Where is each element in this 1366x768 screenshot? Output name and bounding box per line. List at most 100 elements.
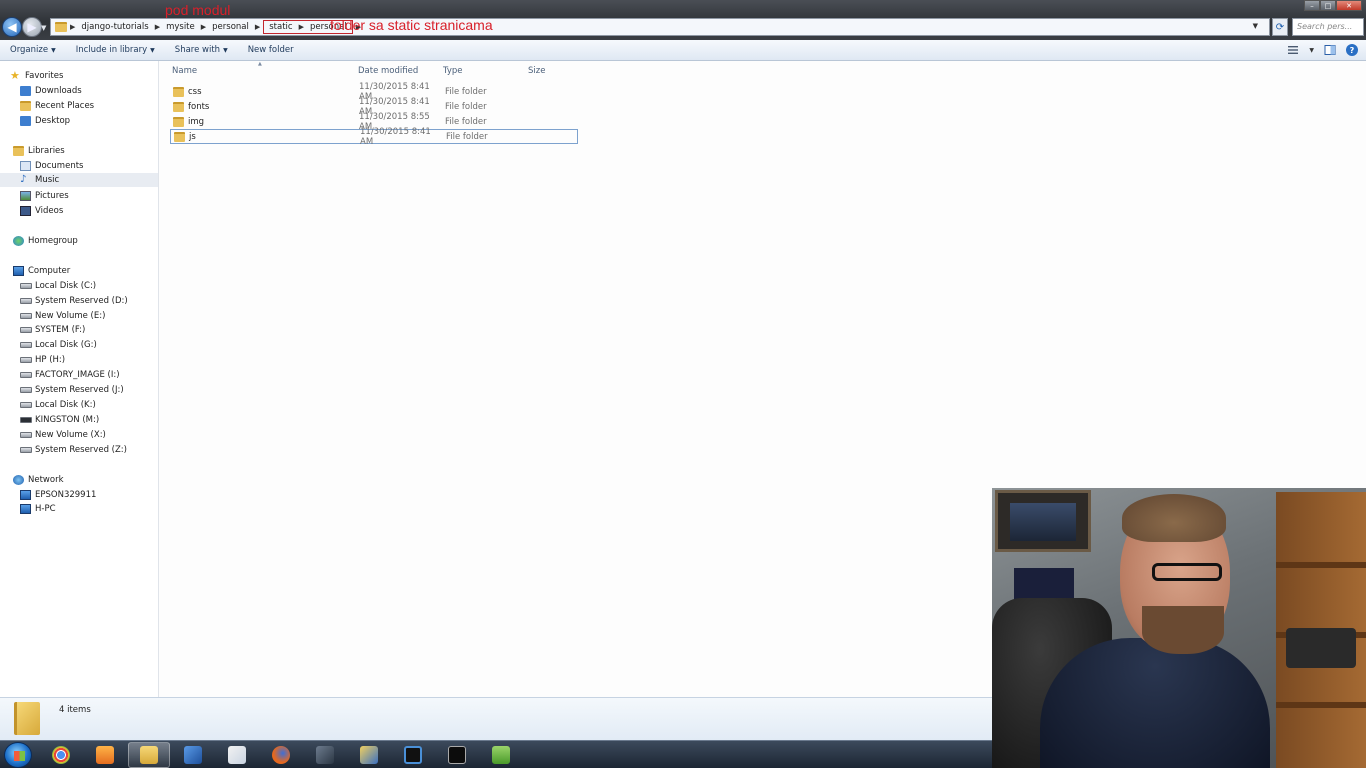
nav-computer[interactable]: Computer xyxy=(13,264,159,278)
breadcrumb-django-tutorials[interactable]: django-tutorials xyxy=(78,19,151,35)
help-icon[interactable]: ? xyxy=(1346,44,1358,56)
monitor-app-icon xyxy=(404,746,422,764)
nav-downloads[interactable]: Downloads xyxy=(20,84,159,98)
desk-equipment xyxy=(1286,628,1356,668)
breadcrumb-mysite[interactable]: mysite xyxy=(163,19,198,35)
nav-drive[interactable]: System Reserved (Z:) xyxy=(20,443,159,457)
nav-videos[interactable]: Videos xyxy=(20,204,159,218)
nav-network-device[interactable]: EPSON329911 xyxy=(20,488,159,502)
column-header-date[interactable]: Date modified xyxy=(358,66,418,76)
file-row[interactable]: js 11/30/2015 8:41 AM File folder xyxy=(170,127,578,147)
nav-drive[interactable]: System Reserved (J:) xyxy=(20,383,159,397)
taskbar-app[interactable] xyxy=(260,742,302,768)
folder-icon xyxy=(173,101,184,112)
close-button[interactable]: ✕ xyxy=(1336,0,1362,11)
nav-network-device[interactable]: H-PC xyxy=(20,502,159,516)
chevron-right-icon[interactable]: ▶ xyxy=(252,23,263,31)
taskbar-app[interactable] xyxy=(40,742,82,768)
taskbar-app[interactable] xyxy=(128,742,170,768)
nav-drive[interactable]: FACTORY_IMAGE (I:) xyxy=(20,368,159,382)
network-tool-icon xyxy=(316,746,334,764)
nav-drive[interactable]: SYSTEM (F:) xyxy=(20,323,159,337)
folder-icon xyxy=(173,86,184,97)
nav-drive-label: Local Disk (C:) xyxy=(35,281,97,291)
new-folder-label: New folder xyxy=(247,45,294,55)
chevron-right-icon[interactable]: ▶ xyxy=(152,23,163,31)
breadcrumb-personal[interactable]: personal xyxy=(209,19,252,35)
start-button[interactable] xyxy=(4,742,32,768)
nav-homegroup-label: Homegroup xyxy=(28,236,78,246)
chevron-right-icon[interactable]: ▶ xyxy=(198,23,209,31)
breadcrumb-static[interactable]: static xyxy=(266,21,295,33)
nav-homegroup[interactable]: Homegroup xyxy=(13,234,159,248)
minimize-button[interactable]: – xyxy=(1304,0,1320,11)
address-bar[interactable]: ▶ django-tutorials ▶ mysite ▶ personal ▶… xyxy=(50,18,1270,36)
taskbar-app[interactable] xyxy=(84,742,126,768)
taskbar-app[interactable] xyxy=(304,742,346,768)
nav-drive[interactable]: KINGSTON (M:) xyxy=(20,413,159,427)
nav-drive[interactable]: Local Disk (G:) xyxy=(20,338,159,352)
nav-drive[interactable]: New Volume (X:) xyxy=(20,428,159,442)
nav-drive-label: FACTORY_IMAGE (I:) xyxy=(35,370,120,380)
address-dropdown-icon[interactable]: ▼ xyxy=(1253,22,1258,30)
nav-drive[interactable]: HP (H:) xyxy=(20,353,159,367)
windows-logo-icon xyxy=(14,751,25,761)
taskbar-app[interactable] xyxy=(436,742,478,768)
nav-favorites[interactable]: ★ Favorites xyxy=(10,69,159,83)
details-view-icon[interactable] xyxy=(1287,44,1299,56)
forward-button[interactable]: ▶ xyxy=(22,17,42,37)
nav-drive[interactable]: New Volume (E:) xyxy=(20,309,159,323)
taskbar-app[interactable] xyxy=(348,742,390,768)
chevron-down-icon[interactable]: ▼ xyxy=(1309,47,1314,54)
folder-icon xyxy=(174,131,185,142)
search-input[interactable]: Search pers... xyxy=(1292,18,1364,36)
nav-drive-label: HP (H:) xyxy=(35,355,66,365)
preview-pane-icon[interactable] xyxy=(1324,44,1336,56)
nav-drive[interactable]: Local Disk (C:) xyxy=(20,279,159,293)
nav-documents[interactable]: Documents xyxy=(20,159,159,173)
nav-network-label: Network xyxy=(28,475,64,485)
drive-icon xyxy=(20,313,32,319)
new-folder-button[interactable]: New folder xyxy=(238,45,304,55)
taskbar-app[interactable] xyxy=(172,742,214,768)
share-with-button[interactable]: Share with ▼ xyxy=(165,45,238,55)
nav-drive[interactable]: System Reserved (D:) xyxy=(20,294,159,308)
firefox-icon xyxy=(272,746,290,764)
nav-pictures[interactable]: Pictures xyxy=(20,189,159,203)
notepadpp-icon xyxy=(492,746,510,764)
recent-pages-dropdown-icon[interactable]: ▼ xyxy=(41,24,46,32)
text-editor-icon xyxy=(184,746,202,764)
back-button[interactable]: ◀ xyxy=(2,17,22,37)
nav-libraries[interactable]: Libraries xyxy=(13,144,159,158)
nav-music[interactable]: ♪ Music xyxy=(0,173,158,187)
nav-drive[interactable]: Local Disk (K:) xyxy=(20,398,159,412)
drive-icon xyxy=(20,402,32,408)
computer-icon xyxy=(20,490,31,500)
taskbar-app[interactable] xyxy=(392,742,434,768)
file-type: File folder xyxy=(446,131,488,142)
desktop-icon xyxy=(20,116,31,126)
chevron-right-icon[interactable]: ▶ xyxy=(67,23,78,31)
include-in-library-button[interactable]: Include in library ▼ xyxy=(66,45,165,55)
person-beard xyxy=(1142,606,1224,654)
glasses xyxy=(1152,563,1222,581)
maximize-button[interactable]: □ xyxy=(1320,0,1336,11)
taskbar-app[interactable] xyxy=(216,742,258,768)
refresh-button[interactable]: ⟳ xyxy=(1272,18,1288,36)
taskbar-app[interactable] xyxy=(480,742,522,768)
chevron-right-icon[interactable]: ▶ xyxy=(296,23,307,31)
nav-network[interactable]: Network xyxy=(13,473,159,487)
view-controls: ▼ ? xyxy=(1287,44,1358,56)
nav-recent-places[interactable]: Recent Places xyxy=(20,99,159,113)
column-header-name[interactable]: Name xyxy=(172,66,197,76)
organize-button[interactable]: Organize ▼ xyxy=(0,45,66,55)
item-count: 4 items xyxy=(59,705,91,715)
nav-desktop[interactable]: Desktop xyxy=(20,114,159,128)
nav-music-label: Music xyxy=(35,175,60,185)
folder-icon xyxy=(173,116,184,127)
nav-drive-label: System Reserved (J:) xyxy=(35,385,124,395)
column-header-type[interactable]: Type xyxy=(443,66,463,76)
share-with-label: Share with xyxy=(174,45,221,55)
column-header-size[interactable]: Size xyxy=(528,66,545,76)
drive-icon xyxy=(20,432,32,438)
